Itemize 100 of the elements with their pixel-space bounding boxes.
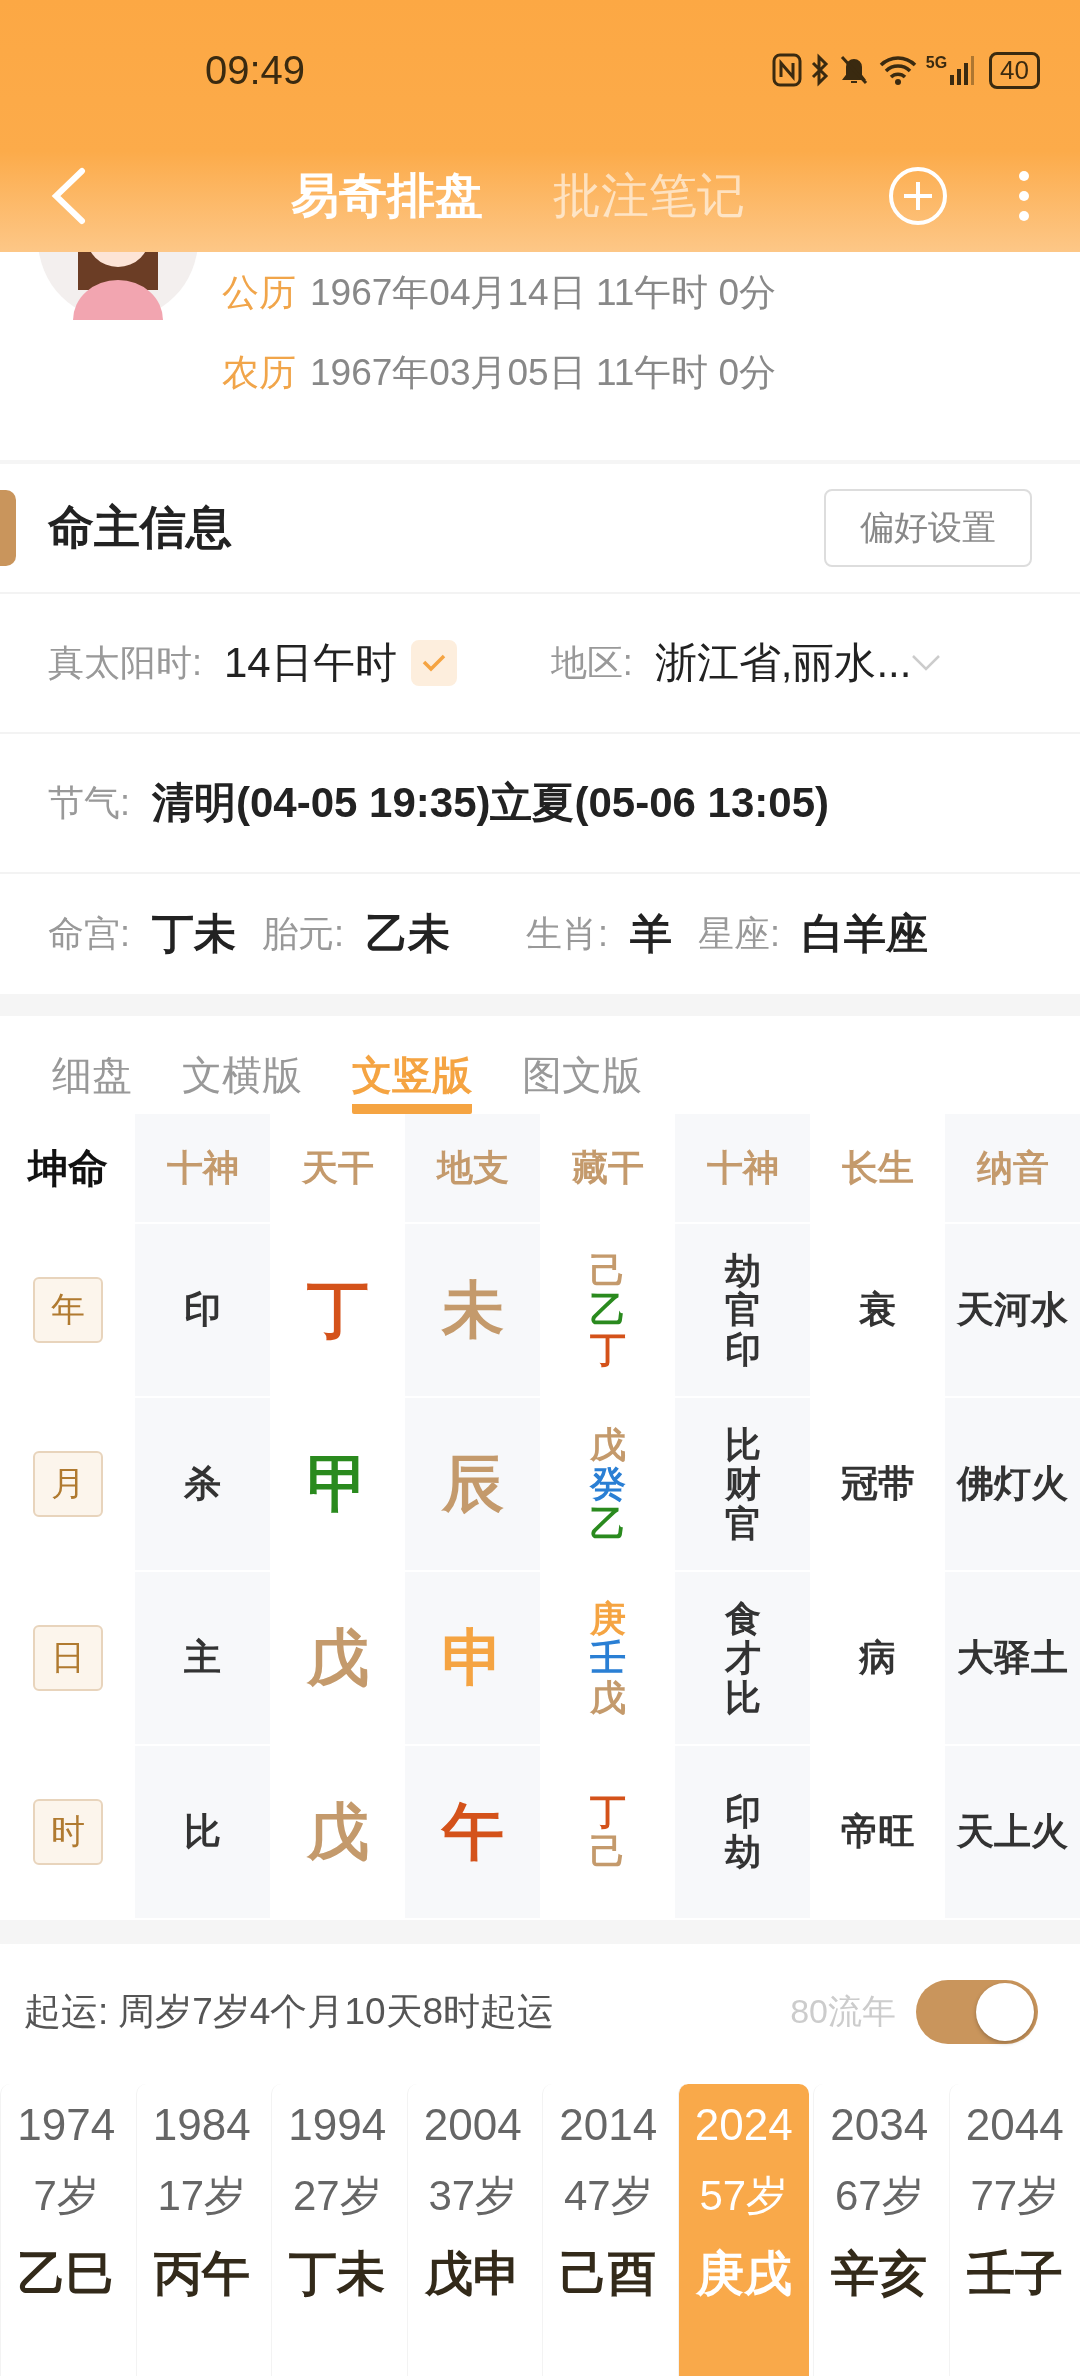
column-header: 十神: [706, 1145, 779, 1190]
decade-age: 67岁: [834, 2171, 924, 2221]
decade-year: 1994: [288, 2100, 387, 2150]
chart-corner-label: 坤命: [27, 1144, 108, 1192]
decade-ganzhi: 辛亥: [831, 2246, 928, 2302]
table-cell-text: 衰: [859, 1288, 896, 1332]
date-value: 1967年03月05日 11午时 0分: [310, 351, 777, 395]
battery-indicator: 40: [989, 51, 1040, 89]
hidden-stem: 癸: [589, 1464, 626, 1504]
checkbox[interactable]: [410, 640, 457, 686]
preferences-button[interactable]: 偏好设置: [824, 489, 1032, 567]
signal-icon: [949, 53, 976, 87]
decade-age: 7岁: [33, 2171, 99, 2221]
hidden-stem: 戊: [589, 1424, 626, 1465]
hidden-stem: 丁: [589, 1329, 626, 1370]
column-header: 十神: [166, 1145, 239, 1190]
field-value: 羊: [630, 909, 673, 959]
field-label: 地区:: [550, 640, 633, 685]
decade-ganzhi: 己酉: [560, 2246, 657, 2302]
decade-age: 17岁: [157, 2171, 247, 2221]
date-value: 1967年04月14日 11午时 0分: [310, 271, 777, 315]
heavenly-stem: 甲: [306, 1448, 369, 1520]
chevron-down-icon[interactable]: [911, 654, 942, 672]
field-label: 生肖:: [526, 911, 609, 956]
pillar-label: 月: [32, 1451, 103, 1517]
table-cell-text: 佛灯火: [957, 1462, 1068, 1506]
table-cell: 印劫: [724, 1792, 761, 1872]
add-icon[interactable]: [888, 166, 948, 226]
table-cell-text: 印: [184, 1288, 221, 1332]
field-label: 真太阳时:: [48, 640, 202, 685]
column-header: 长生: [841, 1145, 914, 1190]
decade-age: 47岁: [563, 2171, 653, 2221]
pillar-label: 时: [32, 1799, 103, 1865]
luck-value: 周岁7岁4个月10天8时起运: [118, 1990, 555, 2034]
hidden-stem: 戊: [589, 1677, 626, 1718]
table-cell-text: 天上火: [957, 1810, 1068, 1854]
hidden-stem: 壬: [589, 1638, 626, 1678]
hidden-stem: 庚: [589, 1598, 626, 1639]
decade-year: 1984: [152, 2100, 251, 2150]
table-cell: 比财官: [724, 1424, 761, 1544]
decade-year: 2014: [559, 2100, 658, 2150]
heavenly-stem: 戊: [306, 1622, 369, 1694]
heavenly-stem: 丁: [306, 1274, 369, 1346]
hidden-stem: 乙: [589, 1290, 626, 1330]
field-label: 命宫:: [48, 911, 130, 956]
luck-label: 起运:: [24, 1990, 109, 2034]
table-cell-text: 帝旺: [840, 1810, 915, 1854]
decade-ganzhi: 丙午: [153, 2246, 250, 2302]
field-label: 胎元:: [262, 911, 345, 956]
check-icon: [420, 653, 447, 673]
field-value: 丁未: [152, 909, 236, 959]
heavenly-stem: 戊: [306, 1796, 369, 1868]
column-header: 地支: [436, 1145, 509, 1190]
decade-age: 57岁: [699, 2171, 789, 2221]
bluetooth-icon: [809, 53, 830, 87]
earthly-branch: 午: [441, 1796, 504, 1868]
table-cell-text: 病: [859, 1636, 896, 1680]
field-value: 清明(04-05 19:35)立夏(05-06 13:05): [152, 778, 829, 828]
table-cell-text: 天河水: [957, 1288, 1068, 1332]
field-value: 乙未: [366, 909, 451, 959]
decade-year: 2004: [423, 2100, 522, 2150]
column-header: 藏干: [571, 1145, 644, 1190]
hidden-stem: 己: [589, 1250, 626, 1291]
earthly-branch: 辰: [441, 1448, 504, 1520]
field-label: 节气:: [48, 780, 130, 825]
field-value: 白羊座: [802, 909, 929, 959]
decade-year: 2044: [965, 2100, 1064, 2150]
date-label: 农历: [222, 351, 296, 395]
decade-year: 1974: [17, 2100, 116, 2150]
decade-year: 2034: [830, 2100, 929, 2150]
decade-age: 37岁: [428, 2171, 518, 2221]
table-cell-text: 主: [184, 1636, 221, 1680]
region-dropdown[interactable]: 浙江省,丽水...: [654, 635, 912, 691]
table-cell: 劫官印: [724, 1250, 761, 1370]
pillar-label: 年: [32, 1277, 103, 1343]
field-value: 14日午时: [224, 638, 397, 688]
decade-ganzhi: 乙巳: [18, 2246, 115, 2302]
more-icon[interactable]: [1018, 170, 1030, 222]
column-header: 纳音: [976, 1145, 1049, 1190]
section-title: 命主信息: [48, 500, 232, 555]
table-cell: 食才比: [724, 1598, 761, 1718]
decade-year: 2024: [694, 2100, 793, 2150]
earthly-branch: 申: [441, 1622, 504, 1694]
decade-ganzhi: 壬子: [966, 2246, 1063, 2302]
wifi-icon: [877, 53, 918, 87]
decade-ganzhi: 庚戌: [695, 2246, 792, 2302]
hidden-stem: 乙: [589, 1503, 626, 1544]
decade-ganzhi: 戊申: [424, 2246, 521, 2302]
decade-ganzhi: 丁未: [289, 2246, 386, 2302]
table-cell-text: 冠带: [840, 1462, 915, 1506]
status-time: 09:49: [205, 47, 306, 93]
decade-age: 27岁: [292, 2171, 382, 2221]
table-cell-text: 杀: [184, 1462, 221, 1506]
hidden-stem: 己: [589, 1832, 626, 1872]
table-cell-text: 大驿土: [957, 1636, 1068, 1680]
field-label: 星座:: [698, 911, 781, 956]
column-header: 天干: [301, 1145, 374, 1190]
table-cell-text: 比: [184, 1810, 221, 1854]
hidden-stem: 丁: [589, 1792, 626, 1832]
pillar-label: 日: [32, 1625, 103, 1691]
